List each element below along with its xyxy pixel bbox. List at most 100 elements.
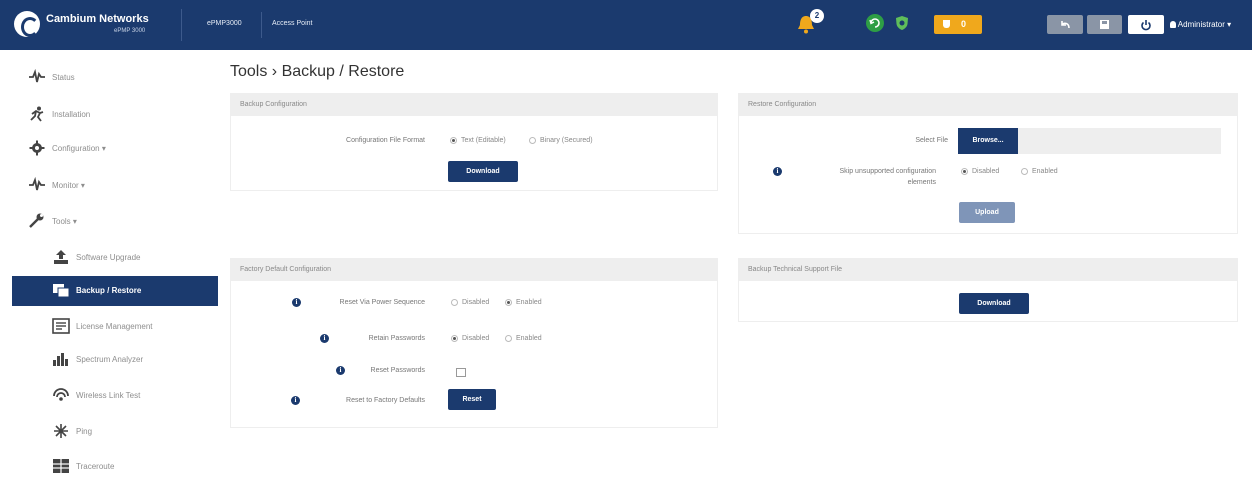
wifi-icon (53, 388, 69, 401)
warning-count: 0 (961, 19, 967, 29)
chevron-down-icon: ▾ (99, 144, 106, 153)
skip-unsupported-label: Skip unsupported configuration (839, 168, 936, 175)
shield-icon[interactable] (893, 14, 911, 32)
device-mode: Access Point (272, 20, 313, 27)
user-icon (1170, 21, 1176, 28)
sidebar-item-configuration[interactable]: Configuration ▾ (12, 134, 218, 164)
save-button[interactable] (1087, 15, 1122, 34)
config-file-format-label: Configuration File Format (346, 137, 425, 144)
retain-passwords-disabled-label: Disabled (462, 335, 490, 342)
gear-icon (29, 140, 45, 156)
retain-passwords-disabled-radio[interactable] (451, 335, 458, 342)
panel-header: Factory Default Configuration (231, 259, 717, 281)
cambium-logo-icon (14, 11, 40, 37)
format-binary-radio[interactable] (529, 137, 536, 144)
info-icon[interactable]: i (291, 396, 300, 405)
skip-disabled-radio[interactable] (961, 168, 968, 175)
sidebar-item-ping[interactable]: Ping (12, 417, 218, 447)
refresh-status-icon[interactable] (866, 14, 884, 32)
power-icon (1141, 20, 1151, 31)
skip-disabled-label: Disabled (972, 168, 1000, 175)
sidebar-item-traceroute[interactable]: Traceroute (12, 452, 218, 482)
user-menu[interactable]: Administrator ▾ (1170, 20, 1231, 29)
warning-status-button[interactable]: 0 (934, 15, 982, 34)
reset-power-enabled-radio[interactable] (505, 299, 512, 306)
alarm-count-badge: 2 (810, 9, 824, 23)
pulse-icon (29, 177, 45, 191)
undo-button[interactable] (1047, 15, 1083, 34)
sidebar-item-label: Status (52, 73, 75, 82)
bars-icon (53, 353, 68, 366)
chevron-down-icon: ▾ (70, 217, 77, 226)
sidebar-item-backup-restore[interactable]: Backup / Restore (12, 276, 218, 306)
panel-title: Backup Configuration (240, 101, 307, 108)
user-name: Administrator (1177, 20, 1225, 29)
info-icon[interactable]: i (320, 334, 329, 343)
reset-factory-defaults-label: Reset to Factory Defaults (346, 397, 425, 404)
chevron-down-icon: ▾ (78, 181, 85, 190)
ping-icon (54, 424, 68, 438)
trophy-icon (943, 20, 950, 28)
reset-power-disabled-radio[interactable] (451, 299, 458, 306)
format-binary-label: Binary (Secured) (540, 137, 593, 144)
runner-icon (30, 106, 44, 122)
brand-product: ePMP 3000 (114, 28, 146, 34)
page-title: Tools › Backup / Restore (230, 63, 405, 80)
skip-enabled-label: Enabled (1032, 168, 1058, 175)
sidebar-item-monitor[interactable]: Monitor ▾ (12, 171, 218, 201)
panel-header: Restore Configuration (739, 94, 1237, 116)
skip-unsupported-label-cont: elements (907, 179, 936, 186)
sidebar-item-label: Software Upgrade (76, 253, 141, 262)
traceroute-icon (53, 459, 69, 473)
panel-title: Backup Technical Support File (748, 266, 843, 273)
retain-passwords-label: Retain Passwords (368, 335, 425, 342)
panel-title: Factory Default Configuration (240, 266, 332, 273)
sidebar-item-tools[interactable]: Tools ▾ (12, 207, 218, 237)
selected-file-field[interactable] (1018, 128, 1221, 154)
sidebar-item-label: Backup / Restore (76, 286, 142, 295)
sidebar-item-spectrum-analyzer[interactable]: Spectrum Analyzer (12, 345, 218, 375)
reset-passwords-checkbox[interactable] (456, 368, 466, 377)
sidebar-item-label: Traceroute (76, 462, 115, 471)
format-text-radio[interactable] (450, 137, 457, 144)
upload-icon (54, 250, 68, 264)
sidebar-item-label: Ping (76, 427, 93, 436)
skip-enabled-radio[interactable] (1021, 168, 1028, 175)
wrench-icon (29, 213, 44, 228)
sidebar-item-software-upgrade[interactable]: Software Upgrade (12, 243, 218, 273)
sidebar-item-installation[interactable]: Installation (12, 100, 218, 130)
sidebar-item-license-management[interactable]: License Management (12, 312, 218, 342)
reset-button[interactable]: Reset (448, 389, 496, 410)
panel-header: Backup Technical Support File (739, 259, 1237, 281)
brand-logo[interactable]: Cambium Networks ePMP 3000 (14, 9, 182, 41)
retain-passwords-enabled-radio[interactable] (505, 335, 512, 342)
top-bar: Cambium Networks ePMP 3000 ePMP3000 Acce… (0, 0, 1252, 50)
header-divider (261, 12, 262, 38)
retain-passwords-enabled-label: Enabled (516, 335, 542, 342)
license-icon (52, 318, 70, 334)
backup-icon (53, 284, 70, 298)
tech-support-download-button[interactable]: Download (959, 293, 1029, 314)
undo-icon (1061, 21, 1070, 29)
browse-button[interactable]: Browse... (958, 128, 1018, 154)
device-model: ePMP3000 (207, 20, 242, 27)
info-icon[interactable]: i (773, 167, 782, 176)
save-icon (1100, 20, 1109, 29)
sidebar-item-label: Spectrum Analyzer (76, 355, 144, 364)
chevron-down-icon: ▾ (1227, 20, 1232, 29)
select-file-label: Select File (915, 137, 948, 144)
sidebar-item-status[interactable]: Status (12, 63, 218, 93)
reset-power-sequence-label: Reset Via Power Sequence (339, 299, 425, 306)
upload-button[interactable]: Upload (959, 202, 1015, 223)
sidebar-item-label: Wireless Link Test (76, 391, 141, 400)
format-text-label: Text (Editable) (461, 137, 506, 144)
sidebar-item-wireless-link-test[interactable]: Wireless Link Test (12, 381, 218, 411)
brand-name: Cambium Networks (46, 13, 149, 25)
reset-power-enabled-label: Enabled (516, 299, 542, 306)
backup-download-button[interactable]: Download (448, 161, 518, 182)
reset-passwords-label: Reset Passwords (370, 367, 425, 374)
reset-power-disabled-label: Disabled (462, 299, 490, 306)
panel-title: Restore Configuration (748, 101, 817, 108)
pulse-icon (29, 69, 45, 83)
reboot-button[interactable] (1128, 15, 1164, 34)
